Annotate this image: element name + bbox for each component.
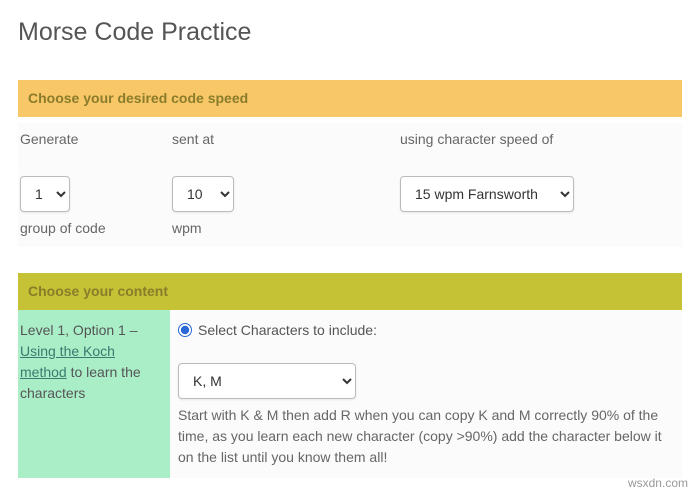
group-of-code-label: group of code (20, 218, 172, 239)
page-title: Morse Code Practice (18, 14, 682, 52)
level-option-text: Level 1, Option 1 – (20, 322, 138, 338)
select-chars-radio[interactable] (178, 323, 192, 337)
koch-method-cell: Level 1, Option 1 – Using the Koch metho… (18, 310, 170, 478)
char-speed-select[interactable]: 15 wpm Farnsworth (400, 176, 574, 212)
koch-description: Start with K & M then add R when you can… (178, 405, 676, 468)
content-section-body: Level 1, Option 1 – Using the Koch metho… (18, 310, 682, 478)
group-count-select[interactable]: 1 (20, 176, 70, 212)
generate-label: Generate (20, 129, 172, 150)
select-chars-radio-row[interactable]: Select Characters to include: (178, 320, 676, 341)
character-selection-cell: Select Characters to include: K, M Start… (170, 310, 682, 478)
select-chars-label: Select Characters to include: (198, 320, 377, 341)
wpm-label: wpm (172, 218, 400, 239)
char-speed-label: using character speed of (400, 129, 680, 150)
speed-section-body: Generate 1 group of code sent at 10 wpm … (18, 123, 682, 247)
watermark: wsxdn.com (628, 474, 688, 492)
wpm-select[interactable]: 10 (172, 176, 234, 212)
sent-at-label: sent at (172, 129, 400, 150)
speed-section-heading: Choose your desired code speed (18, 80, 682, 117)
characters-select[interactable]: K, M (178, 363, 356, 399)
content-section-heading: Choose your content (18, 273, 682, 310)
